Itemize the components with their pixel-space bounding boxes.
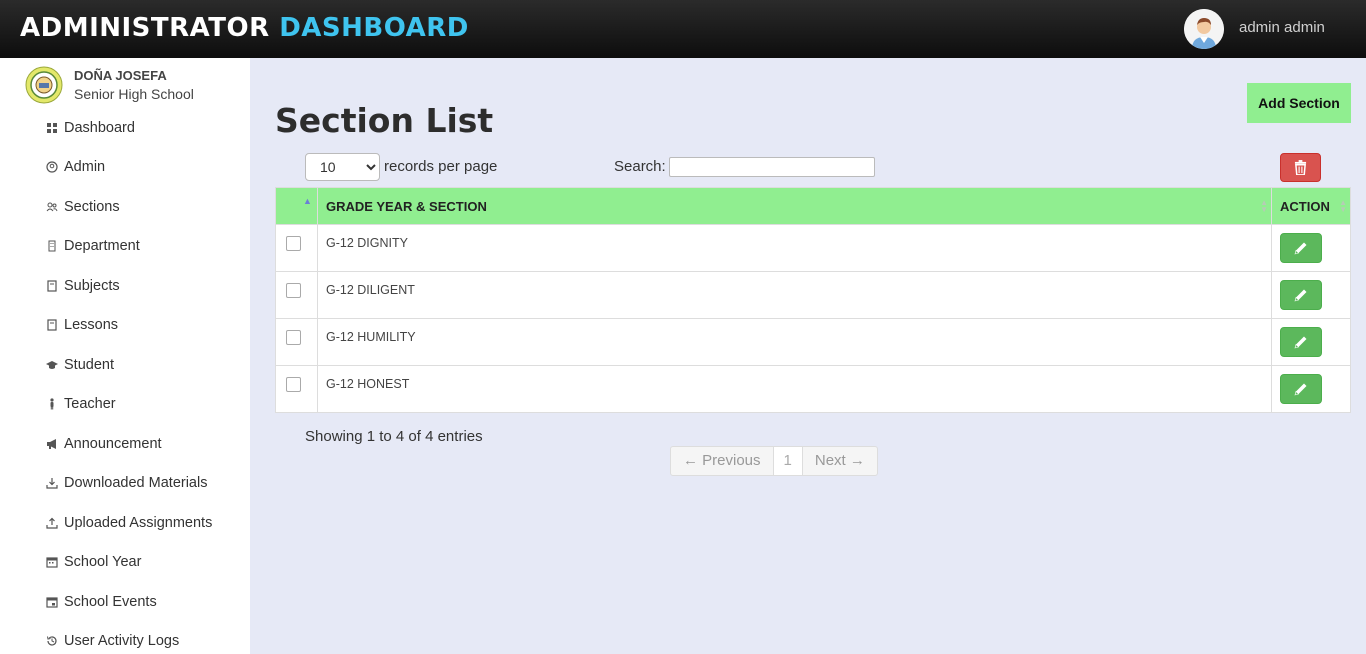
- sidebar-item-label: Downloaded Materials: [64, 475, 208, 491]
- row-checkbox[interactable]: [286, 377, 301, 392]
- column-header-section[interactable]: GRADE YEAR & SECTION ▲ ▼: [317, 187, 1272, 225]
- column-header-select[interactable]: ▲: [275, 187, 318, 225]
- calendar-icon: [45, 555, 59, 569]
- section-name-cell: G-12 DIGNITY: [317, 224, 1272, 272]
- sidebar-item-department[interactable]: Department: [45, 236, 140, 256]
- sidebar-item-label: Student: [64, 357, 114, 373]
- sort-icon: ▲ ▼: [1339, 198, 1347, 214]
- user-avatar[interactable]: [1184, 9, 1224, 49]
- pagination: ← Previous 1 Next →: [670, 446, 878, 476]
- sections-table: ▲ GRADE YEAR & SECTION ▲ ▼ ACTION ▲ ▼ G-12…: [275, 187, 1351, 413]
- calendar-icon: [45, 595, 59, 609]
- sidebar-item-sections[interactable]: Sections: [45, 197, 120, 217]
- column-header-action[interactable]: ACTION ▲ ▼: [1271, 187, 1351, 225]
- page-1-button[interactable]: 1: [772, 447, 803, 475]
- download-icon: [45, 476, 59, 490]
- sort-asc-icon: ▲: [303, 196, 312, 206]
- sidebar-item-dashboard[interactable]: Dashboard: [45, 118, 135, 138]
- building-icon: [45, 239, 59, 253]
- book-icon: [45, 318, 59, 332]
- sidebar-item-lessons[interactable]: Lessons: [45, 315, 118, 335]
- sidebar-item-uploaded-assignments[interactable]: Uploaded Assignments: [45, 513, 212, 533]
- section-name-cell: G-12 HONEST: [317, 365, 1272, 413]
- app-title-part1: ADMINISTRATOR: [20, 13, 270, 43]
- pencil-icon: [1294, 336, 1307, 349]
- users-icon: [45, 200, 59, 214]
- sidebar: DOÑA JOSEFA Senior High School Dashboard…: [0, 58, 250, 654]
- sidebar-item-label: Department: [64, 238, 140, 254]
- edit-button[interactable]: [1280, 280, 1322, 310]
- add-section-button[interactable]: Add Section: [1247, 83, 1351, 123]
- table-info: Showing 1 to 4 of 4 entries: [305, 428, 483, 445]
- sidebar-item-label: User Activity Logs: [64, 633, 180, 649]
- sidebar-item-user-activity-logs[interactable]: User Activity Logs: [45, 631, 179, 651]
- search-label: Search:: [614, 158, 666, 175]
- sidebar-item-label: Dashboard: [64, 120, 135, 136]
- table-row: G-12 HUMILITY: [275, 318, 1351, 366]
- pencil-icon: [1294, 383, 1307, 396]
- sidebar-item-label: School Events: [64, 594, 157, 610]
- table-row: G-12 HONEST: [275, 365, 1351, 413]
- page-title: Section List: [275, 101, 494, 140]
- person-icon: [45, 397, 59, 411]
- sidebar-item-subjects[interactable]: Subjects: [45, 276, 120, 296]
- trash-icon: [1294, 160, 1307, 175]
- records-per-page-label: records per page: [384, 158, 498, 175]
- delete-selected-button[interactable]: [1280, 153, 1321, 182]
- table-header-row: ▲ GRADE YEAR & SECTION ▲ ▼ ACTION ▲ ▼: [275, 187, 1351, 225]
- row-checkbox[interactable]: [286, 236, 301, 251]
- avatar-person-icon: [1184, 9, 1224, 49]
- graduation-cap-icon: [45, 358, 59, 372]
- row-checkbox[interactable]: [286, 330, 301, 345]
- sidebar-item-school-events[interactable]: School Events: [45, 592, 157, 612]
- sidebar-item-label: Lessons: [64, 317, 119, 333]
- search-input[interactable]: [669, 157, 875, 177]
- edit-button[interactable]: [1280, 327, 1322, 357]
- column-header-section-label: GRADE YEAR & SECTION: [326, 198, 487, 214]
- top-bar: ADMINISTRATOR DASHBOARD admin admin: [0, 0, 1366, 58]
- column-header-action-label: ACTION: [1280, 198, 1330, 214]
- sidebar-item-label: School Year: [64, 554, 142, 570]
- sidebar-item-student[interactable]: Student: [45, 355, 114, 375]
- sidebar-item-label: Sections: [64, 199, 120, 215]
- school-logo: [25, 66, 63, 104]
- bullhorn-icon: [45, 437, 59, 451]
- table-row: G-12 DILIGENT: [275, 271, 1351, 319]
- previous-page-button[interactable]: ← Previous: [671, 447, 773, 475]
- row-checkbox[interactable]: [286, 283, 301, 298]
- book-icon: [45, 279, 59, 293]
- pencil-icon: [1294, 289, 1307, 302]
- school-name-line2: Senior High School: [74, 86, 194, 102]
- pencil-icon: [1294, 242, 1307, 255]
- sidebar-item-label: Admin: [64, 159, 106, 175]
- sidebar-item-announcement[interactable]: Announcement: [45, 434, 162, 454]
- sidebar-item-teacher[interactable]: Teacher: [45, 394, 116, 414]
- app-title-part2: DASHBOARD: [279, 13, 469, 43]
- sidebar-item-label: Announcement: [64, 436, 162, 452]
- history-icon: [45, 634, 59, 648]
- upload-icon: [45, 516, 59, 530]
- sidebar-item-label: Teacher: [64, 396, 116, 412]
- user-circle-icon: [45, 160, 59, 174]
- sidebar-item-admin[interactable]: Admin: [45, 157, 105, 177]
- sidebar-item-label: Subjects: [64, 278, 120, 294]
- records-per-page-select[interactable]: 10: [305, 153, 380, 181]
- section-name-cell: G-12 HUMILITY: [317, 318, 1272, 366]
- sidebar-item-downloaded-materials[interactable]: Downloaded Materials: [45, 473, 207, 493]
- edit-button[interactable]: [1280, 374, 1322, 404]
- section-name-cell: G-12 DILIGENT: [317, 271, 1272, 319]
- user-name[interactable]: admin admin: [1239, 19, 1325, 36]
- dashboard-icon: [45, 121, 59, 135]
- school-name-line1: DOÑA JOSEFA: [74, 68, 167, 83]
- sidebar-item-label: Uploaded Assignments: [64, 515, 213, 531]
- sort-icon: ▲ ▼: [1260, 198, 1268, 214]
- table-row: G-12 DIGNITY: [275, 224, 1351, 272]
- edit-button[interactable]: [1280, 233, 1322, 263]
- app-title: ADMINISTRATOR DASHBOARD: [20, 13, 469, 43]
- next-page-button[interactable]: Next →: [803, 447, 877, 475]
- sidebar-item-school-year[interactable]: School Year: [45, 552, 141, 572]
- school-name: DOÑA JOSEFA Senior High School: [74, 67, 194, 103]
